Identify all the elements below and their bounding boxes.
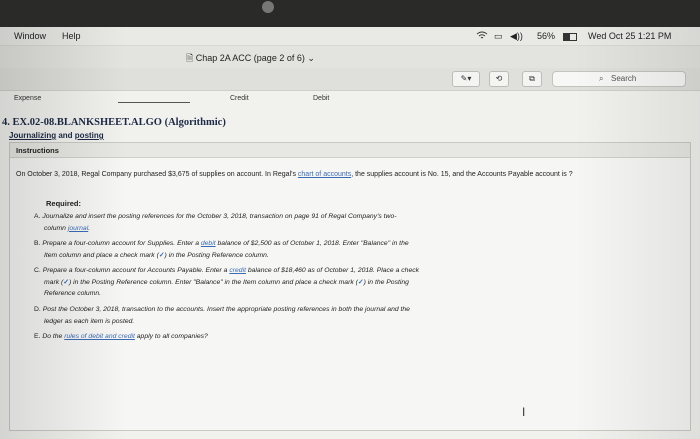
share-button[interactable]: ⧉	[522, 71, 542, 87]
rotate-button[interactable]: ⟲	[489, 71, 509, 87]
toolbar: ✎▾ ⟲ ⧉ ⌕ Search	[0, 68, 700, 91]
expense-underline	[118, 102, 190, 103]
panel-heading: Instructions	[10, 143, 690, 158]
list-item: B. Prepare a four-column account for Sup…	[34, 238, 594, 261]
search-field[interactable]: ⌕ Search	[552, 71, 686, 87]
toolbox-icon: ⧉	[529, 74, 535, 83]
list-item: D. Post the October 3, 2018, transaction…	[34, 304, 594, 327]
item-text: Post the October 3, 2018, transaction to…	[42, 306, 410, 313]
menu-window[interactable]: Window	[14, 31, 46, 41]
item-text: ledger as each item is posted.	[44, 317, 135, 325]
monitor-bezel	[0, 0, 700, 27]
item-text: Do the	[42, 333, 65, 340]
item-text: Prepare a four-column account for Suppli…	[42, 240, 201, 247]
battery-icon[interactable]	[563, 33, 577, 41]
intro-text: On October 3, 2018, Regal Company purcha…	[16, 171, 684, 178]
expense-label: Expense	[14, 95, 42, 102]
battery-percent: 56%	[537, 31, 556, 41]
posting-link[interactable]: posting	[75, 131, 104, 140]
search-placeholder: Search	[611, 74, 637, 83]
rules-link[interactable]: rules of debit and credit	[64, 333, 135, 340]
item-text: Reference column.	[44, 290, 102, 297]
screen: Window Help ▭ ◀)) 56% Wed Oct 25 1:21 PM…	[0, 27, 700, 439]
item-text: column	[44, 224, 68, 232]
debit-label: Debit	[313, 95, 330, 102]
intro-part-b: , the supplies account is No. 15, and th…	[351, 171, 573, 178]
camera-icon	[262, 1, 274, 13]
journal-link[interactable]: journal	[68, 225, 88, 232]
panel-heading-text: Instructions	[16, 146, 59, 155]
instructions-panel: Instructions On October 3, 2018, Regal C…	[9, 142, 691, 431]
item-text: ) in the Posting	[363, 278, 409, 286]
document-page: Expense Credit Debit 4. EX.02-08.BLANKSH…	[0, 91, 700, 439]
question-subtitle: Journalizing and posting	[9, 131, 104, 140]
item-letter: B.	[34, 240, 41, 247]
item-text: .	[88, 224, 91, 232]
document-title-text: Chap 2A ACC (page 2 of 6)	[195, 53, 305, 63]
journalizing-link[interactable]: Journalizing	[9, 131, 56, 140]
required-heading: Required:	[46, 199, 82, 208]
question-title: 4. EX.02-08.BLANKSHEET.ALGO (Algorithmic…	[2, 117, 226, 128]
pen-icon: ✎▾	[460, 74, 472, 83]
item-text: Journalize and insert the posting refere…	[42, 213, 397, 220]
menu-help[interactable]: Help	[62, 31, 81, 41]
item-letter: A.	[34, 213, 41, 220]
menubar: Window Help ▭ ◀)) 56% Wed Oct 25 1:21 PM	[0, 27, 700, 46]
item-text: balance of $18,460 as of October 1, 2018…	[245, 267, 420, 274]
item-text: Item column and place a check mark (	[44, 251, 159, 259]
search-icon: ⌕	[599, 74, 604, 83]
credit-label: Credit	[230, 95, 249, 102]
airplay-icon[interactable]: ▭	[494, 31, 503, 42]
chart-of-accounts-link[interactable]: chart of accounts	[298, 171, 351, 178]
header-strip: Expense Credit Debit	[0, 91, 700, 107]
credit-link[interactable]: credit	[229, 267, 246, 274]
item-text: Prepare a four-column account for Accoun…	[42, 267, 230, 274]
intro-part-a: On October 3, 2018, Regal Company purcha…	[16, 171, 298, 178]
debit-link[interactable]: debit	[201, 240, 216, 247]
item-letter: D.	[34, 306, 41, 313]
chevron-down-icon[interactable]: ⌄	[307, 53, 315, 63]
item-text: balance of $2,500 as of October 1, 2018.…	[215, 240, 409, 247]
list-item: E. Do the rules of debit and credit appl…	[34, 331, 594, 343]
item-text: ) in the Posting Reference column.	[164, 251, 269, 259]
markup-button[interactable]: ✎▾	[452, 71, 480, 87]
item-text: apply to all companies?	[134, 333, 208, 340]
item-text: ) in the Posting Reference column. Enter…	[68, 278, 358, 286]
item-text: mark (	[44, 278, 64, 286]
rotate-icon: ⟲	[495, 74, 503, 83]
clock[interactable]: Wed Oct 25 1:21 PM	[588, 31, 671, 41]
list-item: C. Prepare a four-column account for Acc…	[34, 265, 594, 300]
wifi-icon[interactable]	[476, 31, 488, 40]
list-item: A. Journalize and insert the posting ref…	[34, 211, 594, 234]
document-title[interactable]: 🗎 Chap 2A ACC (page 2 of 6) ⌄	[186, 51, 315, 67]
document-icon: 🗎	[186, 53, 194, 63]
subtitle-and: and	[56, 131, 75, 140]
item-letter: E.	[34, 333, 41, 340]
item-letter: C.	[34, 267, 41, 274]
text-cursor-icon: I	[522, 405, 526, 419]
volume-icon[interactable]: ◀))	[510, 31, 523, 42]
window-titlebar: 🗎 Chap 2A ACC (page 2 of 6) ⌄	[0, 46, 700, 68]
